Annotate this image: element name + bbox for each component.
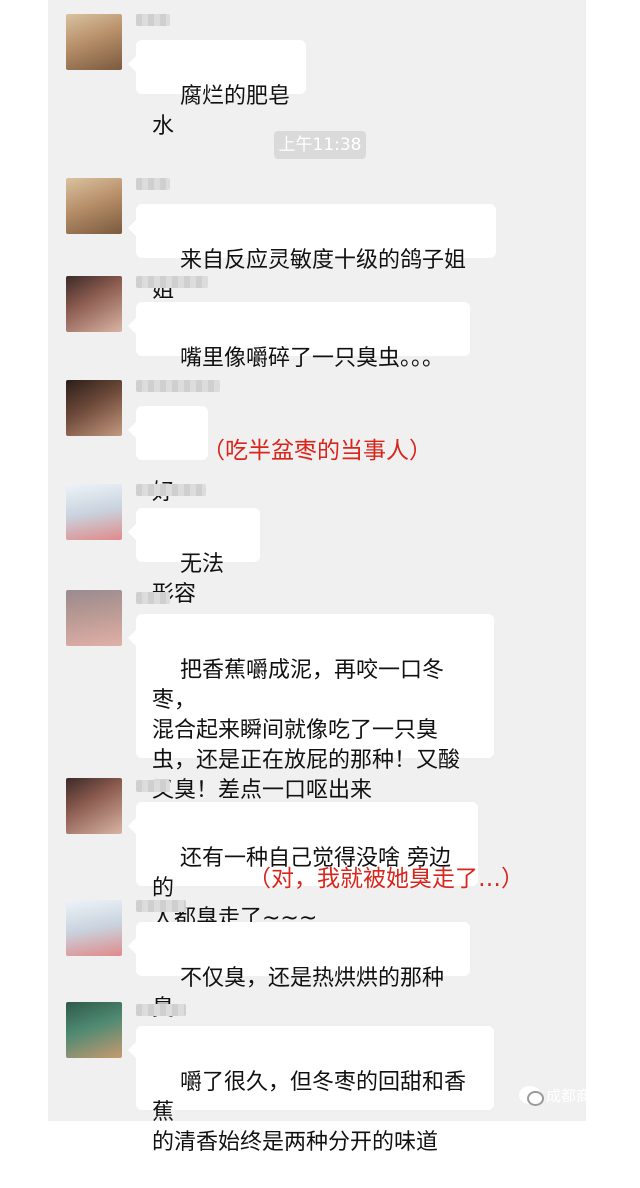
- avatar[interactable]: [66, 590, 122, 646]
- avatar[interactable]: [66, 380, 122, 436]
- nickname-blurred: [136, 592, 170, 604]
- message-bubble[interactable]: 嘴里像嚼碎了一只臭虫。。。: [128, 302, 470, 371]
- message-bubble[interactable]: 腐烂的肥皂水: [128, 40, 306, 139]
- message-text: 嘴里像嚼碎了一只臭虫。。。: [179, 346, 444, 371]
- nickname-blurred: [136, 900, 186, 912]
- message-text: 不仅臭，还是热烘烘的那种臭: [152, 966, 444, 1021]
- nickname-blurred: [136, 780, 170, 792]
- nickname-blurred: [136, 484, 206, 496]
- annotation-smelled: （对，我就被她臭走了…）: [248, 866, 524, 892]
- nickname-blurred: [136, 276, 208, 288]
- message-text: 腐烂的肥皂水: [152, 84, 290, 139]
- watermark-text: 成都商报: [545, 1086, 606, 1105]
- message-bubble[interactable]: 嚼了很久，但冬枣的回甜和香蕉 的清香始终是两种分开的味道: [128, 1026, 494, 1155]
- avatar[interactable]: [66, 900, 122, 956]
- watermark: 成都商报: [518, 1083, 606, 1107]
- message-bubble[interactable]: 不仅臭，还是热烘烘的那种臭: [128, 922, 470, 1021]
- nickname-blurred: [136, 178, 170, 190]
- annotation-eater: （吃半盆枣的当事人）: [202, 438, 432, 464]
- avatar[interactable]: [66, 276, 122, 332]
- message-bubble[interactable]: 来自反应灵敏度十级的鸽子姐姐: [128, 204, 496, 303]
- avatar[interactable]: [66, 1002, 122, 1058]
- avatar[interactable]: [66, 484, 122, 540]
- message-bubble[interactable]: 好吃: [128, 406, 208, 535]
- wechat-icon: [518, 1086, 544, 1106]
- nickname-blurred: [136, 380, 220, 392]
- message-text: 把香蕉嚼成泥，再咬一口冬枣， 混合起来瞬间就像吃了一只臭 虫，还是正在放屁的那种…: [152, 658, 461, 803]
- message-bubble[interactable]: 无法形容: [128, 508, 260, 607]
- chat-area: 腐烂的肥皂水 上午11:38 来自反应灵敏度十级的鸽子姐姐 嘴里像嚼碎了一只臭虫…: [48, 0, 586, 1155]
- message-bubble[interactable]: 把香蕉嚼成泥，再咬一口冬枣， 混合起来瞬间就像吃了一只臭 虫，还是正在放屁的那种…: [128, 614, 494, 803]
- avatar[interactable]: [66, 778, 122, 834]
- nickname-blurred: [136, 1004, 186, 1016]
- nickname-blurred: [136, 14, 170, 26]
- timestamp: 上午11:38: [274, 131, 366, 159]
- avatar[interactable]: [66, 14, 122, 70]
- message-text: 嚼了很久，但冬枣的回甜和香蕉 的清香始终是两种分开的味道: [152, 1070, 466, 1155]
- avatar[interactable]: [66, 178, 122, 234]
